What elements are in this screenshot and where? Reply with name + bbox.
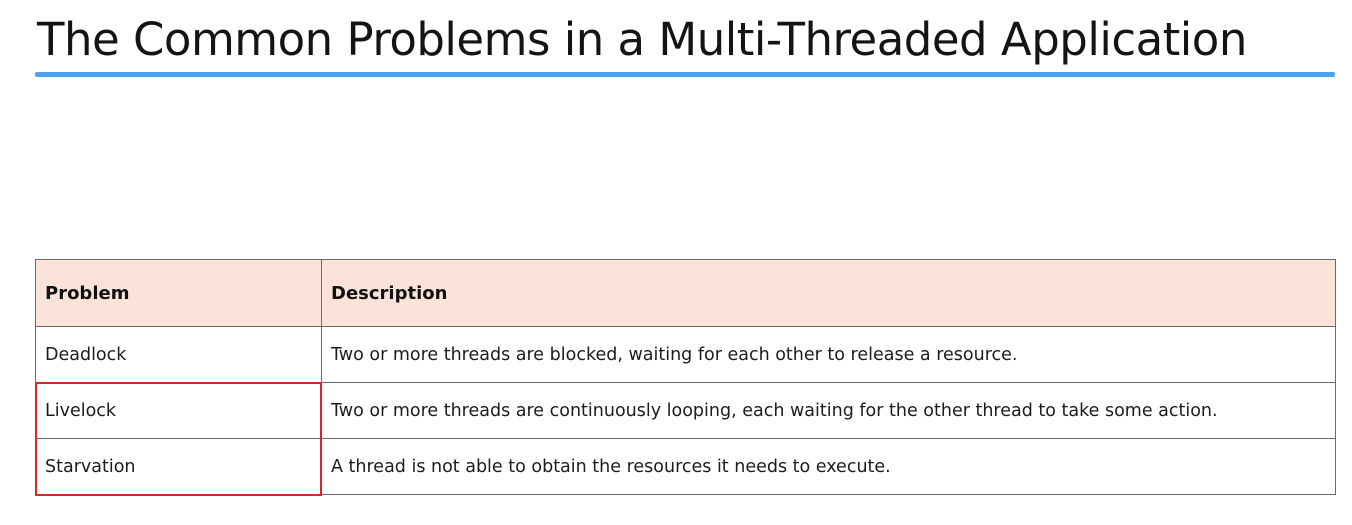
header-problem: Problem: [35, 259, 322, 327]
description-cell: Two or more threads are continuously loo…: [321, 382, 1336, 439]
slide-title: The Common Problems in a Multi-Threaded …: [37, 13, 1247, 66]
description-cell: A thread is not able to obtain the resou…: [321, 438, 1336, 495]
table-header-row: Problem Description: [35, 259, 1336, 327]
header-description: Description: [321, 259, 1336, 327]
table-row-deadlock: Deadlock Two or more threads are blocked…: [35, 326, 1336, 383]
problem-cell: Livelock: [35, 382, 322, 439]
problem-cell: Starvation: [35, 438, 322, 495]
table-row-starvation: Starvation A thread is not able to obtai…: [35, 438, 1336, 495]
table-row-livelock: Livelock Two or more threads are continu…: [35, 382, 1336, 439]
problem-cell: Deadlock: [35, 326, 322, 383]
description-cell: Two or more threads are blocked, waiting…: [321, 326, 1336, 383]
problems-table: Problem Description Deadlock Two or more…: [35, 259, 1336, 495]
title-underline: [35, 72, 1335, 77]
